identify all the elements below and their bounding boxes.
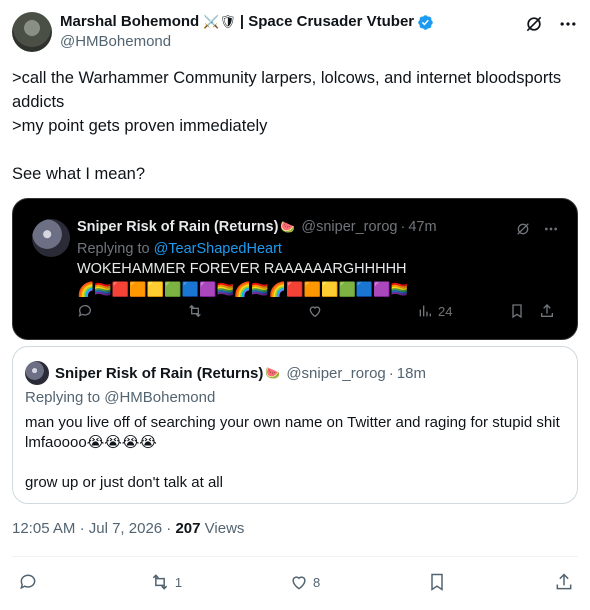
embedded-views: 24 bbox=[417, 303, 452, 319]
embedded-replying: Replying to @TearShapedHeart bbox=[77, 241, 282, 257]
embedded-bookmark-icon bbox=[509, 303, 525, 319]
embedded-handle: @sniper_rorog bbox=[301, 219, 398, 235]
bookmark-button[interactable] bbox=[427, 572, 447, 592]
embedded-emoji-line: 🌈🏳️‍🌈🟥🟧🟨🟩🟦🟪🏳️‍🌈🌈🏳️‍🌈🌈🟥🟧🟨🟩🟦🟪🏳️‍🌈 bbox=[77, 281, 409, 297]
author-name-emoji: ⚔️🛡 bbox=[203, 14, 236, 29]
timestamp-dot: · bbox=[79, 520, 89, 537]
tweet-line: See what I mean? bbox=[12, 165, 145, 183]
author-name[interactable]: Marshal Bohemond bbox=[60, 12, 199, 32]
embedded-time: 47m bbox=[408, 219, 437, 235]
retweet-icon bbox=[152, 574, 168, 590]
like-icon bbox=[292, 576, 306, 590]
retweet-button[interactable]: 1 bbox=[149, 572, 182, 592]
reply-button[interactable] bbox=[18, 572, 42, 592]
retweet-count: 1 bbox=[174, 574, 183, 590]
embedded-share-icon bbox=[539, 303, 555, 319]
reply-icon bbox=[20, 574, 36, 590]
quote-header: Sniper Risk of Rain (Returns) 🍉 @sniper_… bbox=[25, 361, 426, 385]
embedded-tweet-screenshot[interactable]: Sniper Risk of Rain (Returns) 🍉 @sniper_… bbox=[12, 198, 578, 340]
views-count: 207 bbox=[175, 520, 201, 537]
embedded-replying-prefix: Replying to bbox=[77, 241, 150, 257]
quote-body-spacer bbox=[25, 453, 565, 473]
embedded-name: Sniper Risk of Rain (Returns) bbox=[77, 219, 279, 235]
quote-body: man you live off of searching your own n… bbox=[25, 413, 565, 493]
embedded-body: WOKEHAMMER FOREVER RAAAAAARGHHHHH bbox=[77, 261, 407, 277]
embedded-header: Sniper Risk of Rain (Returns) 🍉 @sniper_… bbox=[77, 219, 437, 235]
tweet-line: >my point gets proven immediately bbox=[12, 117, 268, 135]
author-name-block: Marshal Bohemond ⚔️🛡 | Space Crusader Vt… bbox=[60, 12, 434, 56]
quote-name: Sniper Risk of Rain (Returns) bbox=[55, 364, 264, 382]
quote-replying: Replying to @HMBohemond bbox=[25, 389, 216, 406]
timestamp-date[interactable]: Jul 7, 2026 bbox=[89, 520, 162, 537]
header-actions bbox=[524, 14, 578, 34]
quote-avatar bbox=[25, 361, 49, 385]
tweet-header: Marshal Bohemond ⚔️🛡 | Space Crusader Vt… bbox=[12, 12, 578, 56]
tweet-line: >call the Warhammer Community larpers, l… bbox=[12, 69, 566, 111]
grok-icon[interactable] bbox=[524, 14, 544, 34]
more-options-icon[interactable] bbox=[558, 14, 578, 34]
author-name-row[interactable]: Marshal Bohemond ⚔️🛡 | Space Crusader Vt… bbox=[60, 12, 434, 32]
embedded-retweet-icon bbox=[187, 303, 203, 319]
quote-name-emoji: 🍉 bbox=[265, 366, 281, 380]
like-button[interactable]: 8 bbox=[289, 572, 320, 592]
embedded-reply-icon bbox=[77, 303, 93, 319]
embedded-grok-icon bbox=[517, 223, 529, 235]
embedded-dot: · bbox=[400, 219, 406, 235]
share-icon bbox=[556, 573, 572, 590]
divider bbox=[12, 556, 578, 557]
author-name-suffix[interactable]: | Space Crusader Vtuber bbox=[240, 12, 414, 32]
embedded-like-icon bbox=[307, 303, 323, 319]
embedded-top-actions bbox=[515, 221, 559, 237]
embedded-replying-mention: @TearShapedHeart bbox=[153, 241, 282, 257]
quote-body-line: man you live off of searching your own n… bbox=[25, 414, 564, 451]
quoted-tweet[interactable]: Sniper Risk of Rain (Returns) 🍉 @sniper_… bbox=[12, 346, 578, 504]
author-avatar[interactable] bbox=[12, 12, 52, 52]
embedded-avatar bbox=[32, 219, 70, 257]
timestamp-time[interactable]: 12:05 AM bbox=[12, 520, 75, 537]
author-handle[interactable]: @HMBohemond bbox=[60, 32, 434, 52]
bookmark-icon bbox=[431, 573, 443, 591]
verified-badge-icon bbox=[414, 14, 434, 31]
like-count: 8 bbox=[312, 574, 321, 590]
embedded-views-icon bbox=[419, 305, 431, 317]
tweet-text: >call the Warhammer Community larpers, l… bbox=[12, 66, 578, 186]
tweet-timestamp: 12:05 AM · Jul 7, 2026 · 207 Views bbox=[12, 520, 244, 537]
tweet-action-bar: 1 8 bbox=[18, 570, 574, 594]
quote-handle: @sniper_rorog bbox=[286, 364, 386, 382]
embedded-views-count: 24 bbox=[438, 303, 453, 319]
quote-body-line: grow up or just don't talk at all bbox=[25, 474, 223, 491]
embedded-name-emoji: 🍉 bbox=[280, 220, 296, 234]
share-button[interactable] bbox=[554, 572, 574, 592]
embedded-more-icon bbox=[545, 227, 557, 231]
quote-dot: · bbox=[388, 364, 394, 382]
tweet-line bbox=[12, 138, 578, 162]
quote-time: 18m bbox=[396, 364, 426, 382]
views-label: Views bbox=[204, 520, 245, 537]
